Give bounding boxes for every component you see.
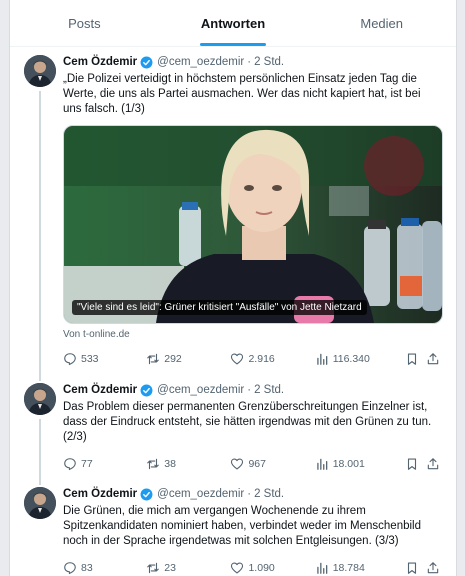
view-count: 18.784 bbox=[332, 562, 365, 574]
repost-button[interactable]: 23 bbox=[146, 561, 230, 575]
author-handle[interactable]: @cem_oezdemir bbox=[157, 487, 244, 502]
reply-count: 533 bbox=[81, 353, 99, 365]
avatar[interactable] bbox=[24, 487, 56, 519]
bookmark-button[interactable] bbox=[405, 352, 427, 366]
reply-button[interactable]: 83 bbox=[63, 561, 146, 575]
post-header: Cem Özdemir @cem_oezdemir · 2 Std. bbox=[63, 479, 442, 502]
post-3[interactable]: Cem Özdemir @cem_oezdemir · 2 Std. Die G… bbox=[10, 479, 456, 576]
link-card-title: "Viele sind es leid": Grüner kritisiert … bbox=[72, 300, 367, 315]
reply-count: 77 bbox=[81, 458, 93, 470]
thread-connector bbox=[39, 479, 41, 485]
like-count: 2.916 bbox=[248, 353, 275, 365]
author-handle[interactable]: @cem_oezdemir bbox=[157, 383, 244, 398]
post-1[interactable]: Cem Özdemir @cem_oezdemir · 2 Std. „Die … bbox=[10, 47, 456, 381]
active-tab-indicator bbox=[200, 43, 266, 46]
like-count: 967 bbox=[248, 458, 266, 470]
bookmark-icon bbox=[407, 562, 416, 574]
post-header: Cem Özdemir @cem_oezdemir · 2 Std. bbox=[63, 375, 442, 398]
post-time[interactable]: 2 Std. bbox=[254, 383, 284, 398]
reply-icon bbox=[64, 562, 76, 575]
profile-tabs: Posts Antworten Medien bbox=[10, 0, 456, 47]
news-photo bbox=[64, 126, 442, 323]
reply-button[interactable]: 77 bbox=[63, 457, 146, 471]
like-icon bbox=[231, 353, 244, 365]
separator: · bbox=[247, 488, 252, 500]
separator: · bbox=[247, 56, 252, 68]
views-button[interactable]: 116.340 bbox=[315, 352, 405, 366]
like-button[interactable]: 967 bbox=[230, 457, 314, 471]
author-name[interactable]: Cem Özdemir bbox=[63, 487, 137, 502]
post-2[interactable]: Cem Özdemir @cem_oezdemir · 2 Std. Das P… bbox=[10, 375, 456, 483]
separator: · bbox=[247, 384, 252, 396]
reply-icon bbox=[64, 458, 76, 471]
bookmark-icon bbox=[407, 458, 416, 470]
post-actions: 533 292 2.916 116.340 bbox=[63, 348, 442, 370]
like-count: 1.090 bbox=[248, 562, 275, 574]
author-name[interactable]: Cem Özdemir bbox=[63, 383, 137, 398]
reply-count: 83 bbox=[81, 562, 93, 574]
thread-connector bbox=[39, 419, 41, 483]
verified-badge-icon bbox=[140, 56, 153, 69]
thread-connector bbox=[39, 91, 41, 381]
tab-posts[interactable]: Posts bbox=[10, 0, 159, 46]
post-time[interactable]: 2 Std. bbox=[254, 55, 284, 70]
repost-icon bbox=[147, 562, 160, 574]
like-icon bbox=[231, 458, 244, 470]
view-count: 18.001 bbox=[332, 458, 365, 470]
views-button[interactable]: 18.001 bbox=[315, 457, 405, 471]
repost-icon bbox=[147, 353, 160, 365]
post-actions: 83 23 1.090 18.784 bbox=[63, 557, 442, 576]
link-card-source[interactable]: Von t-online.de bbox=[63, 329, 442, 340]
like-button[interactable]: 2.916 bbox=[230, 352, 314, 366]
repost-button[interactable]: 38 bbox=[146, 457, 230, 471]
post-time[interactable]: 2 Std. bbox=[254, 487, 284, 502]
repost-button[interactable]: 292 bbox=[146, 352, 230, 366]
bookmark-button[interactable] bbox=[405, 457, 427, 471]
views-button[interactable]: 18.784 bbox=[315, 561, 405, 575]
post-text: Das Problem dieser permanenten Grenzüber… bbox=[63, 401, 432, 443]
reply-button[interactable]: 533 bbox=[63, 352, 146, 366]
views-icon bbox=[316, 353, 327, 365]
repost-count: 23 bbox=[164, 562, 176, 574]
verified-badge-icon bbox=[140, 384, 153, 397]
bookmark-button[interactable] bbox=[405, 561, 427, 575]
thread-connector bbox=[39, 375, 41, 381]
post-header: Cem Özdemir @cem_oezdemir · 2 Std. bbox=[63, 47, 442, 70]
repost-icon bbox=[147, 458, 160, 470]
post-actions: 77 38 967 18.001 bbox=[63, 453, 442, 475]
share-button[interactable] bbox=[426, 457, 442, 471]
tab-replies[interactable]: Antworten bbox=[159, 0, 308, 46]
profile-timeline: Posts Antworten Medien Cem Özdemir @cem_… bbox=[9, 0, 457, 576]
avatar[interactable] bbox=[24, 383, 56, 415]
view-count: 116.340 bbox=[332, 353, 370, 365]
tab-media[interactable]: Medien bbox=[307, 0, 456, 46]
views-icon bbox=[316, 562, 327, 574]
share-icon bbox=[428, 458, 439, 470]
repost-count: 292 bbox=[164, 353, 182, 365]
share-button[interactable] bbox=[426, 352, 442, 366]
views-icon bbox=[316, 458, 327, 470]
post-text: Die Grünen, die mich am vergangen Wochen… bbox=[63, 505, 421, 547]
author-name[interactable]: Cem Özdemir bbox=[63, 55, 137, 70]
share-icon bbox=[428, 562, 439, 574]
repost-count: 38 bbox=[164, 458, 176, 470]
verified-badge-icon bbox=[140, 488, 153, 501]
share-icon bbox=[428, 353, 439, 365]
link-card-image[interactable]: "Viele sind es leid": Grüner kritisiert … bbox=[63, 125, 443, 324]
avatar[interactable] bbox=[24, 55, 56, 87]
like-button[interactable]: 1.090 bbox=[230, 561, 314, 575]
post-text: „Die Polizei verteidigt in höchstem pers… bbox=[63, 73, 421, 115]
share-button[interactable] bbox=[426, 561, 442, 575]
reply-icon bbox=[64, 353, 76, 366]
bookmark-icon bbox=[407, 353, 416, 365]
like-icon bbox=[231, 562, 244, 574]
author-handle[interactable]: @cem_oezdemir bbox=[157, 55, 244, 70]
